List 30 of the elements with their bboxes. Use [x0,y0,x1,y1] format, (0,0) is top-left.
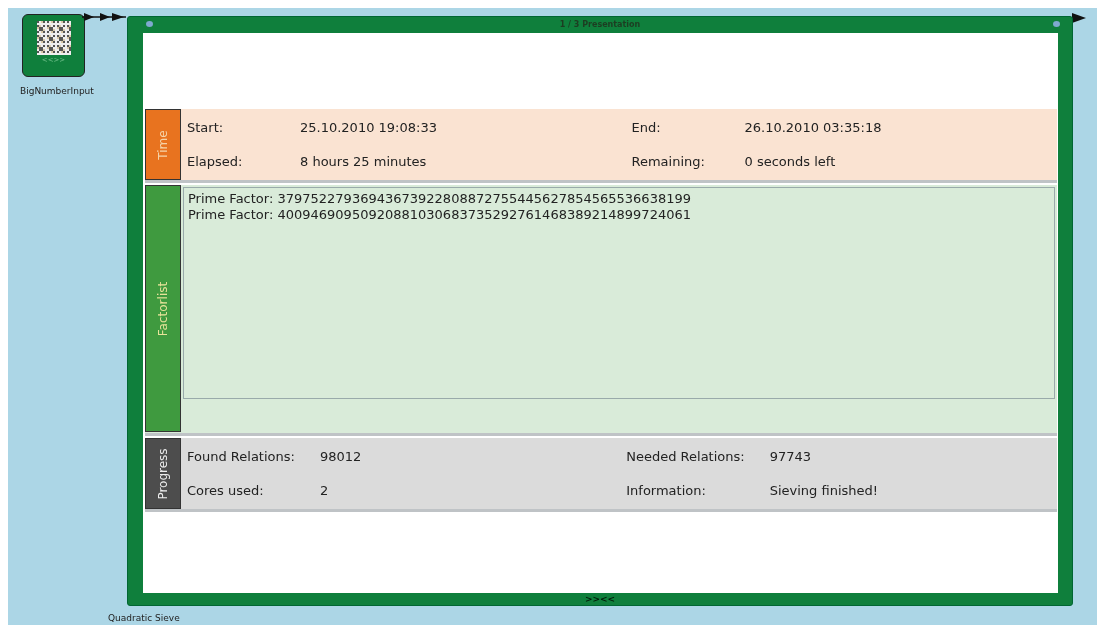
field-value: Sieving finished! [769,481,879,500]
dot-icon[interactable] [1053,21,1060,27]
toggle-label[interactable]: >><< [584,594,616,604]
section-tab[interactable]: Time [145,109,181,180]
field-label: End: [631,119,662,137]
field-label: Remaining: [631,152,706,171]
output-arrow [1072,13,1086,23]
field-label: Start: [187,119,225,137]
field-label: Elapsed: [187,152,244,171]
field-value: 8 hours 25 minutes [300,152,428,171]
list-item[interactable]: Prime Factor: 37975227936943673922808872755445627854565536638199 [188,191,1050,207]
field-label: Needed Relations: [626,448,745,466]
field-value: 26.10.2010 03:35:18 [744,119,883,137]
noise-pattern-icon [36,21,71,55]
node-label: Quadratic Sieve [108,612,180,625]
field-label: Found Relations: [187,448,295,466]
section-tab[interactable]: Factorlist [145,185,181,432]
field-label: Cores used: [187,481,265,500]
list-item[interactable]: Prime Factor: 40094690950920881030683735292761468389214899724061 [188,207,1050,223]
section-tab[interactable]: Progress [145,438,181,509]
field-value: 98012 [319,448,363,466]
field-value: 0 seconds left [744,152,837,171]
field-value: 97743 [769,448,813,466]
node-label: BigNumberInput [20,85,94,98]
connector-arrow [82,12,128,22]
field-label: Information: [626,481,707,500]
dot-icon[interactable] [146,21,153,27]
field-value: 25.10.2010 19:08:33 [300,119,438,137]
field-value: 2 [319,481,330,500]
window-title: 1 / 3 Presentation [559,19,641,31]
